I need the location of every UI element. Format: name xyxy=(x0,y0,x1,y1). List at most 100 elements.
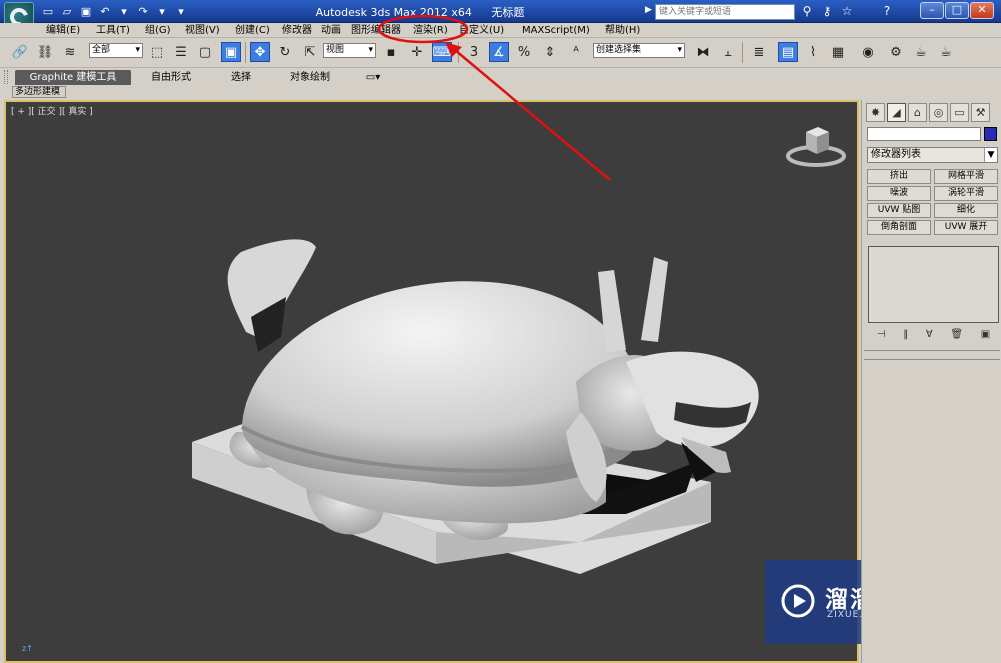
material-editor-icon[interactable]: ◉ xyxy=(858,42,878,62)
reference-coord-dropdown[interactable]: 视图 xyxy=(323,43,376,58)
menu-views[interactable]: 视图(V) xyxy=(185,23,220,38)
rendered-frame-window-icon[interactable]: ☕ xyxy=(911,42,931,62)
tab-graphite[interactable]: Graphite 建模工具 xyxy=(15,70,131,85)
modifier-stack-list[interactable] xyxy=(868,246,999,323)
menu-create[interactable]: 创建(C) xyxy=(235,23,270,38)
save-icon[interactable]: ▣ xyxy=(78,4,94,19)
customize-dropdown-icon[interactable]: ▾ xyxy=(173,4,189,19)
modifier-meshsmooth-button[interactable]: 网格平滑 xyxy=(934,169,998,184)
keyboard-shortcut-override-icon[interactable]: ⌨ xyxy=(432,42,452,62)
object-name-input[interactable] xyxy=(867,127,981,141)
render-production-icon[interactable]: ☕ xyxy=(936,42,956,62)
layer-manager-icon[interactable]: ≣ xyxy=(749,42,769,62)
schematic-view-icon[interactable]: ▦ xyxy=(828,42,848,62)
modifier-extrude-button[interactable]: 挤出 xyxy=(867,169,931,184)
binoculars-icon[interactable]: ⚲ xyxy=(799,3,815,19)
document-name: 无标题 xyxy=(491,6,525,19)
modifier-noise-button[interactable]: 噪波 xyxy=(867,186,931,201)
new-file-icon[interactable]: ▭ xyxy=(40,4,56,19)
mirror-icon[interactable]: ⧓ xyxy=(693,42,713,62)
create-icon[interactable]: ✸ xyxy=(866,103,885,122)
menu-rendering[interactable]: 渲染(R) xyxy=(413,23,448,38)
render-setup-icon[interactable]: ⚙ xyxy=(886,42,906,62)
tab-freeform[interactable]: 自由形式 xyxy=(138,70,204,85)
menu-edit[interactable]: 编辑(E) xyxy=(46,23,80,38)
menu-help[interactable]: 帮助(H) xyxy=(605,23,640,38)
pin-stack-icon[interactable]: ⊣ xyxy=(877,329,886,343)
tab-object-paint[interactable]: 对象绘制 xyxy=(278,70,342,85)
search-input[interactable]: 键入关键字或短语 xyxy=(655,4,795,20)
object-color-swatch[interactable] xyxy=(984,127,997,141)
chevron-down-icon[interactable]: ▼ xyxy=(984,148,997,162)
hierarchy-icon[interactable]: ⌂ xyxy=(908,103,927,122)
graphite-toggle-icon[interactable]: ▤ xyxy=(778,42,798,62)
menu-animation[interactable]: 动画 xyxy=(321,23,341,38)
select-move-icon[interactable]: ✥ xyxy=(250,42,270,62)
unlink-icon[interactable]: ⛓ xyxy=(35,42,55,62)
ribbon: Graphite 建模工具 自由形式 选择 对象绘制 ▭▾ xyxy=(0,68,1001,86)
align-icon[interactable]: ⫠ xyxy=(718,42,738,62)
redo-dropdown-icon[interactable]: ▾ xyxy=(154,4,170,19)
minimize-button[interactable]: – xyxy=(920,2,944,19)
use-pivot-center-icon[interactable]: ▪ xyxy=(381,42,401,62)
key-icon[interactable]: ⚷ xyxy=(819,3,835,19)
ribbon-options-icon[interactable]: ▭▾ xyxy=(360,70,386,85)
named-selection-dropdown[interactable]: 创建选择集 xyxy=(593,43,685,58)
maximize-button[interactable]: □ xyxy=(945,2,969,19)
select-scale-icon[interactable]: ⇱ xyxy=(300,42,320,62)
menu-maxscript[interactable]: MAXScript(M) xyxy=(522,23,590,38)
star-icon[interactable]: ☆ xyxy=(839,3,855,19)
menu-tools[interactable]: 工具(T) xyxy=(96,23,130,38)
menu-graph-editors[interactable]: 图形编辑器 xyxy=(351,23,401,38)
select-rotate-icon[interactable]: ↻ xyxy=(275,42,295,62)
modifier-tessellate-button[interactable]: 细化 xyxy=(934,203,998,218)
configure-modifier-sets-icon[interactable]: ▣ xyxy=(981,329,990,343)
tab-selection[interactable]: 选择 xyxy=(216,70,266,85)
select-by-name-icon[interactable]: ☰ xyxy=(171,42,191,62)
toolbar-separator xyxy=(458,42,459,63)
menu-modifiers[interactable]: 修改器 xyxy=(282,23,312,38)
link-icon[interactable]: 🔗 xyxy=(10,42,30,62)
rectangle-selection-icon[interactable]: ▢ xyxy=(195,42,215,62)
spinner-snap-icon[interactable]: ⇕ xyxy=(540,42,560,62)
select-manipulate-icon[interactable]: ✛ xyxy=(407,42,427,62)
show-end-result-icon[interactable]: ‖ xyxy=(903,329,908,343)
modifier-uvw-map-button[interactable]: UVW 贴图 xyxy=(867,203,931,218)
snap-toggle-icon[interactable]: 3 xyxy=(464,42,484,62)
select-object-icon[interactable]: ⬚ xyxy=(147,42,167,62)
modifier-list-label: 修改器列表 xyxy=(871,149,921,160)
viewcube[interactable] xyxy=(786,124,846,172)
redo-icon[interactable]: ↷ xyxy=(135,4,151,19)
modifier-unwrap-uvw-button[interactable]: UVW 展开 xyxy=(934,220,998,235)
open-file-icon[interactable]: ▱ xyxy=(59,4,75,19)
remove-modifier-icon[interactable]: 🗑 xyxy=(950,329,963,343)
angle-snap-icon[interactable]: ∡ xyxy=(489,42,509,62)
modifier-list-dropdown[interactable]: 修改器列表 ▼ xyxy=(867,147,998,163)
menu-customize[interactable]: 自定义(U) xyxy=(459,23,504,38)
help-icon[interactable]: ? xyxy=(879,3,895,19)
undo-icon[interactable]: ↶ xyxy=(97,4,113,19)
viewport-label[interactable]: [ + ][ 正交 ][ 真实 ] xyxy=(11,104,93,117)
menu-group[interactable]: 组(G) xyxy=(145,23,171,38)
bind-space-warp-icon[interactable]: ≋ xyxy=(60,42,80,62)
close-button[interactable]: ✕ xyxy=(970,2,994,19)
curve-editor-icon[interactable]: ⌇ xyxy=(803,42,823,62)
modify-icon[interactable]: ◢ xyxy=(887,103,906,122)
utilities-icon[interactable]: ⚒ xyxy=(971,103,990,122)
motion-icon[interactable]: ◎ xyxy=(929,103,948,122)
modifier-turbosmooth-button[interactable]: 涡轮平滑 xyxy=(934,186,998,201)
percent-snap-icon[interactable]: % xyxy=(514,42,534,62)
ribbon-grip[interactable] xyxy=(4,70,8,84)
ribbon-panel-polygon-modeling[interactable]: 多边形建模 xyxy=(12,86,66,98)
divider xyxy=(864,350,1000,351)
selection-filter-dropdown[interactable]: 全部 xyxy=(89,43,143,58)
modifier-bevel-profile-button[interactable]: 倒角剖面 xyxy=(867,220,931,235)
display-icon[interactable]: ▭ xyxy=(950,103,969,122)
undo-dropdown-icon[interactable]: ▾ xyxy=(116,4,132,19)
horn-right xyxy=(641,257,668,342)
search-expand-icon[interactable]: ▶ xyxy=(645,5,652,15)
edit-named-selection-icon[interactable]: ᴬ xyxy=(566,42,586,62)
perspective-viewport[interactable]: [ + ][ 正交 ][ 真实 ] z↑ xyxy=(4,100,859,663)
window-crossing-icon[interactable]: ▣ xyxy=(221,42,241,62)
make-unique-icon[interactable]: ∀ xyxy=(926,329,933,343)
